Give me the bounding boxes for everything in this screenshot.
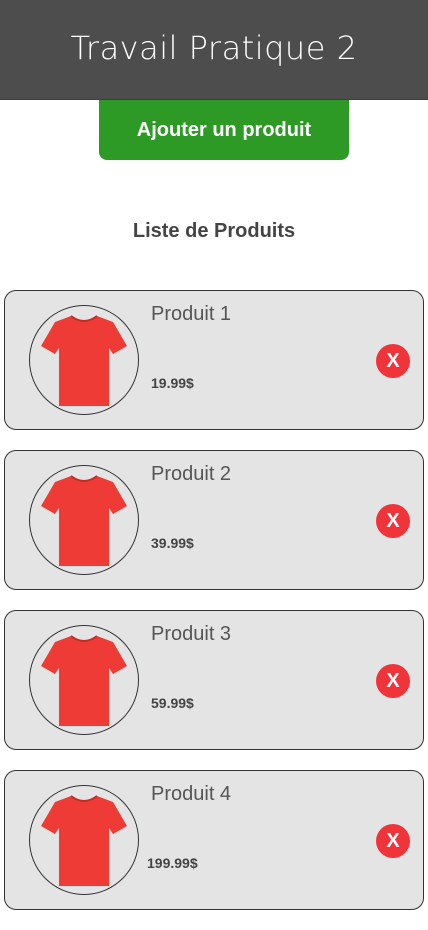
- delete-product-button[interactable]: X: [376, 824, 410, 858]
- delete-product-button[interactable]: X: [376, 344, 410, 378]
- product-name: Produit 2: [151, 463, 232, 485]
- product-price: 59.99$: [151, 695, 194, 711]
- product-name: Produit 3: [151, 623, 232, 645]
- product-price: 39.99$: [151, 535, 194, 551]
- list-title: Liste de Produits: [132, 220, 296, 242]
- delete-product-button[interactable]: X: [376, 664, 410, 698]
- delete-product-button[interactable]: X: [376, 504, 410, 538]
- product-card: Produit 1 19.99$ X: [4, 290, 424, 430]
- product-card: Produit 3 59.99$ X: [4, 610, 424, 750]
- red-tshirt-icon: [41, 795, 127, 886]
- product-image: [29, 625, 139, 735]
- app-header: Travail Pratique 2: [0, 0, 428, 100]
- red-tshirt-icon: [41, 635, 127, 726]
- add-product-button[interactable]: Ajouter un produit: [99, 100, 349, 160]
- product-image: [29, 305, 139, 415]
- product-image: [29, 785, 139, 895]
- product-name: Produit 1: [151, 303, 232, 325]
- red-tshirt-icon: [41, 475, 127, 566]
- page-title: Travail Pratique 2: [70, 28, 358, 67]
- product-list: Produit 1 19.99$ X Produit 2 39.99$ X Pr…: [4, 290, 424, 930]
- red-tshirt-icon: [41, 315, 127, 406]
- product-price: 199.99$: [147, 855, 198, 871]
- product-card: Produit 4 199.99$ X: [4, 770, 424, 910]
- product-card: Produit 2 39.99$ X: [4, 450, 424, 590]
- product-name: Produit 4: [151, 783, 232, 805]
- product-price: 19.99$: [151, 375, 194, 391]
- product-image: [29, 465, 139, 575]
